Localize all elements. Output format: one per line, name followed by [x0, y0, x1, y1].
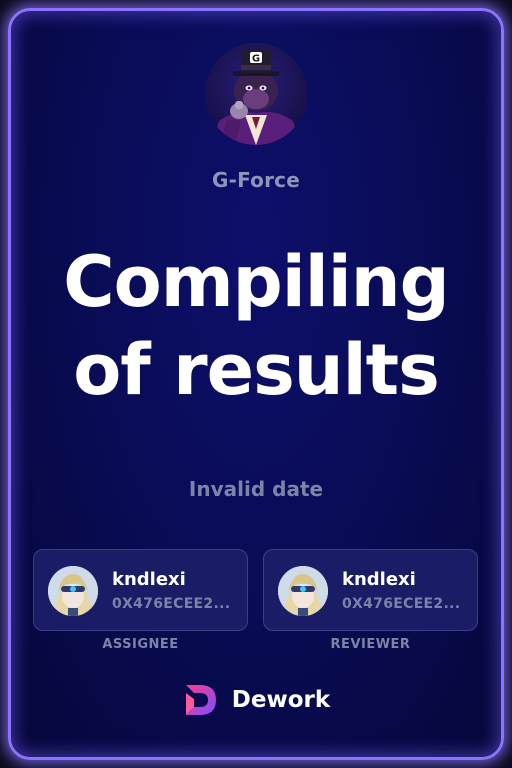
reviewer-card[interactable]: kndlexi 0X476ECEE2...: [263, 549, 478, 631]
task-title-line-1: Compiling: [63, 241, 449, 323]
svg-text:G: G: [252, 54, 260, 65]
reviewer-name: kndlexi: [342, 569, 416, 590]
org-avatar[interactable]: G: [205, 43, 307, 145]
reviewer-avatar: [278, 566, 328, 616]
user-avatar-icon: [48, 566, 98, 616]
assignee-address: 0X476ECEE2...: [112, 596, 231, 612]
task-date: Invalid date: [188, 477, 324, 501]
dework-logo-icon: [185, 685, 216, 715]
gorilla-avatar-icon: G: [205, 43, 307, 145]
brand-name: Dework: [231, 687, 331, 713]
assignee-name: kndlexi: [112, 569, 186, 590]
brand-footer[interactable]: Dework: [0, 682, 512, 718]
assignee-avatar: [48, 566, 98, 616]
assignee-card[interactable]: kndlexi 0X476ECEE2...: [33, 549, 248, 631]
reviewer-role-label: REVIEWER: [330, 637, 411, 652]
reviewer-address: 0X476ECEE2...: [342, 596, 461, 612]
user-avatar-icon: [278, 566, 328, 616]
assignee-role-label: ASSIGNEE: [102, 637, 179, 652]
org-name: G-Force: [212, 168, 300, 192]
task-title-line-2: of results: [73, 329, 440, 411]
task-title: Compiling of results: [0, 238, 512, 414]
